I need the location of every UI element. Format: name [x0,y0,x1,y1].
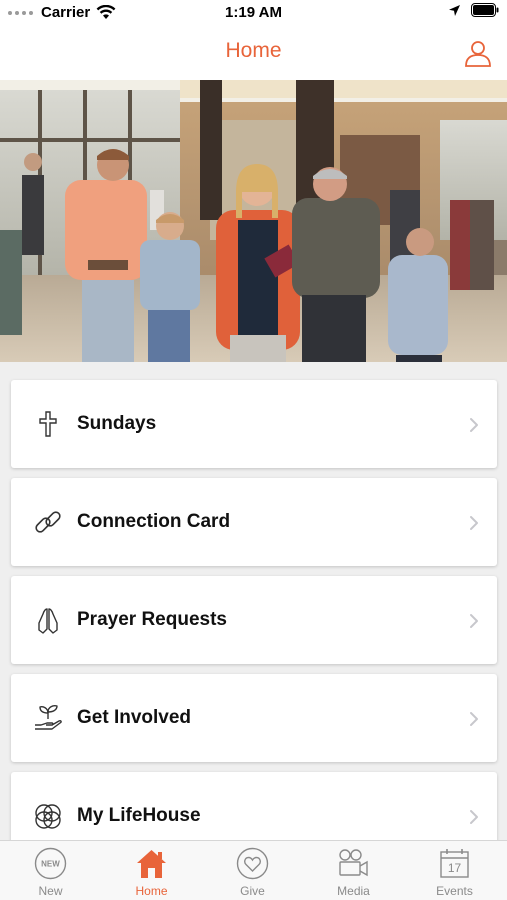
profile-button[interactable] [463,38,493,68]
tab-label: Media [337,884,370,898]
menu-item-sundays[interactable]: Sundays [11,380,497,468]
menu-item-label: Prayer Requests [77,609,227,630]
circles-icon [35,804,61,829]
page-title: Home [225,39,282,62]
chevron-right-icon [470,712,478,726]
tab-label: Home [135,884,168,898]
tab-home[interactable]: Home [101,841,202,900]
tab-events[interactable]: 17 Events [404,841,505,900]
chevron-right-icon [470,516,478,530]
praying-hands-icon [38,608,58,634]
link-icon [35,511,61,533]
heart-circle-icon [236,847,269,880]
hero-image [0,80,507,362]
tab-bar: NEW New Home Give Media 17 Events [0,840,507,900]
status-time: 1:19 AM [225,4,282,21]
tab-label: Give [240,884,265,898]
new-badge-icon: NEW [34,847,67,880]
house-icon [137,850,166,878]
tab-label: New [38,884,63,898]
location-arrow-icon [449,4,460,16]
menu-item-label: My LifeHouse [77,805,201,826]
tab-label: Events [436,884,473,898]
app-screen: Carrier 1:19 AM Home Sundays Connection … [0,0,507,900]
menu-item-label: Connection Card [77,511,231,532]
chevron-right-icon [470,810,478,824]
status-right [448,3,499,17]
menu-item-prayer-requests[interactable]: Prayer Requests [11,576,497,664]
battery-icon [471,3,499,17]
chevron-right-icon [470,614,478,628]
menu-list: Sundays Connection Card Prayer Requests [0,362,507,840]
user-icon [465,41,491,67]
tab-new[interactable]: NEW New [0,841,101,900]
calendar-day: 17 [448,861,462,875]
calendar-icon: 17 [440,849,469,878]
tab-give[interactable]: Give [202,841,303,900]
menu-item-connection-card[interactable]: Connection Card [11,478,497,566]
video-camera-icon [339,849,368,877]
tab-media[interactable]: Media [303,841,404,900]
chevron-right-icon [470,418,478,432]
navigation-bar: Home [0,26,507,80]
new-badge-text: NEW [41,860,60,869]
cross-icon [39,411,57,437]
menu-item-label: Get Involved [77,707,192,728]
hand-plant-icon [35,705,62,730]
status-bar: Carrier 1:19 AM [0,0,507,26]
menu-item-my-lifehouse[interactable]: My LifeHouse [11,772,497,840]
menu-item-label: Sundays [77,413,157,434]
menu-item-get-involved[interactable]: Get Involved [11,674,497,762]
